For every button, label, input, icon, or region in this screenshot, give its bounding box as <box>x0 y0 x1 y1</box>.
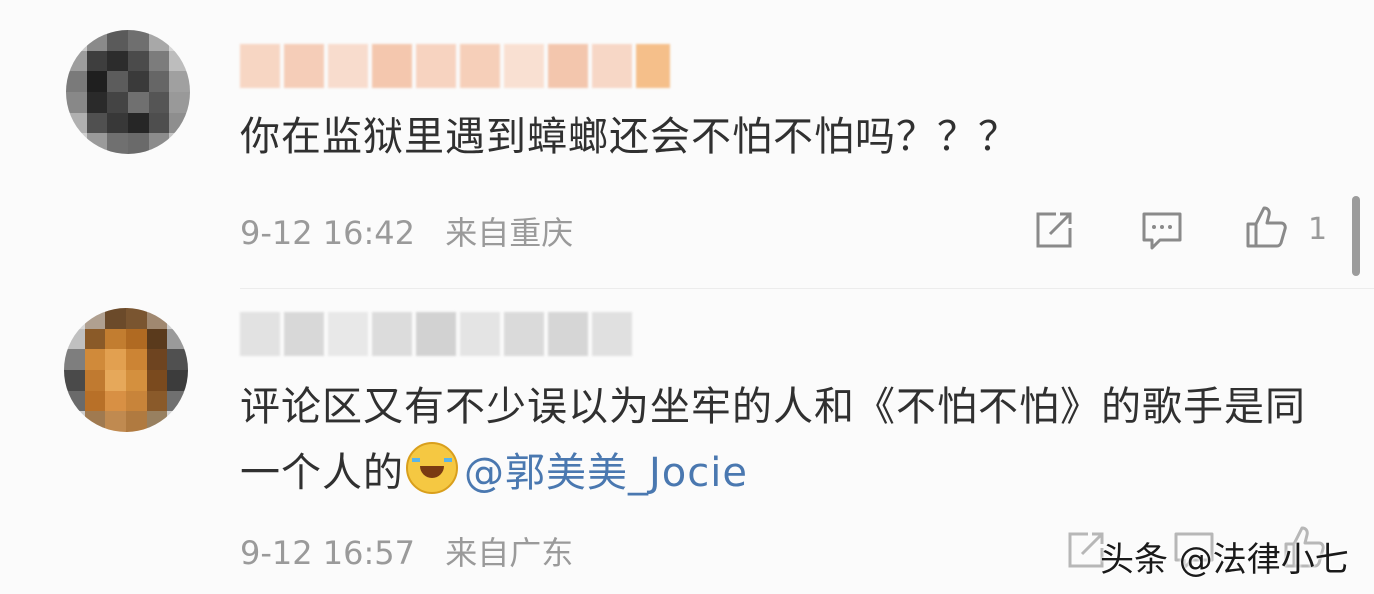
avatar[interactable] <box>64 308 188 432</box>
comment-date: 9-12 16:57 <box>240 534 416 572</box>
username-redacted[interactable] <box>240 44 670 88</box>
comment-text: 你在监狱里遇到蟑螂还会不怕不怕吗？？？ <box>240 114 1019 160</box>
like-count: 1 <box>1308 212 1328 247</box>
scrollbar[interactable] <box>1352 196 1360 276</box>
comment-text: 评论区又有不少误以为坐牢的人和《不怕不怕》的歌手是同一个人的 @郭美美_Jocie <box>240 374 1320 506</box>
comment-body: 评论区又有不少误以为坐牢的人和《不怕不怕》的歌手是同一个人的 <box>240 384 1306 496</box>
mention-link[interactable]: @郭美美_Jocie <box>464 450 748 496</box>
comment-date: 9-12 16:42 <box>240 214 416 252</box>
watermark: 头条 @法律小七 <box>1100 540 1349 580</box>
comment-location: 来自广东 <box>445 534 574 572</box>
share-icon[interactable] <box>1030 206 1078 254</box>
comment-icon[interactable] <box>1138 206 1186 254</box>
comment-meta: 9-12 16:42 来自重庆 <box>240 208 573 254</box>
avatar[interactable] <box>66 30 190 154</box>
thumbs-up-icon[interactable] <box>1242 202 1290 250</box>
comment-meta: 9-12 16:57 来自广东 <box>240 528 573 574</box>
comment-item: 你在监狱里遇到蟑螂还会不怕不怕吗？？？ 9-12 16:42 来自重庆 1 <box>0 0 1374 290</box>
laugh-cry-emoji-icon <box>406 442 458 494</box>
divider <box>240 288 1374 289</box>
comment-location: 来自重庆 <box>445 214 574 252</box>
username-redacted[interactable] <box>240 312 632 356</box>
